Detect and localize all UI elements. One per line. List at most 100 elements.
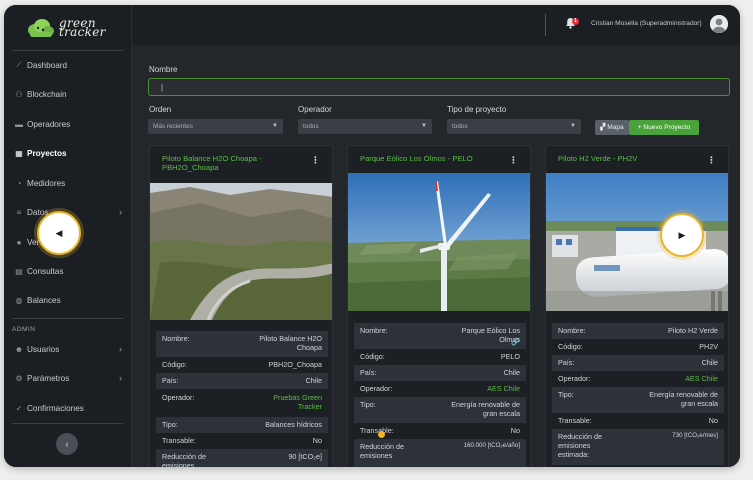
detail-row-tipo: Tipo: Energía renovable de gran escala	[354, 397, 526, 423]
sidebar-item-parametros[interactable]: ⚙ Parámetros ›	[12, 369, 124, 387]
detail-row-nombre: Nombre: Piloto Balance H2O Choapa	[156, 331, 328, 357]
card-details: Nombre: Piloto Balance H2O Choapa Código…	[156, 331, 328, 467]
user-avatar-icon	[710, 15, 728, 33]
detail-row-codigo: Código: PH2V	[558, 342, 718, 351]
logo-wordmark: green tracker	[59, 17, 106, 38]
detail-row-tipo: Tipo: Balances hídricos	[156, 417, 328, 433]
avatar[interactable]	[710, 15, 728, 33]
tree-logo-icon	[28, 19, 54, 37]
project-type-select-value: todos	[452, 123, 468, 130]
sidebar-item-label: Operadores	[27, 119, 71, 129]
user-name[interactable]: Cristian Mosella (Superadministrador)	[591, 20, 702, 27]
wind-turbine-image	[348, 173, 530, 311]
chevron-right-icon: ›	[119, 373, 122, 383]
sidebar-item-confirmaciones[interactable]: ✓ Confirmaciones	[12, 399, 124, 417]
order-select[interactable]: Más recientes ▼	[148, 119, 283, 134]
project-type-label: Tipo de proyecto	[447, 105, 507, 114]
detail-row-codigo: Código: PELO	[360, 352, 520, 361]
name-filter-label: Nombre	[149, 65, 178, 74]
sidebar-item-label: Medidores	[27, 178, 66, 188]
sidebar-item-label: Confirmaciones	[27, 403, 84, 413]
map-icon: ▞	[600, 124, 606, 131]
sidebar-item-label: Parámetros	[27, 373, 70, 383]
sidebar-item-label: Dashboard	[27, 60, 68, 70]
map-button[interactable]: ▞ Mapa	[595, 120, 629, 135]
chevron-left-icon: ‹	[65, 439, 69, 449]
gauge-icon: ◔	[16, 178, 22, 188]
detail-row-operador: Operador: AES Chile	[558, 374, 718, 383]
order-label: Orden	[149, 105, 172, 114]
logo[interactable]: green tracker	[26, 13, 116, 43]
triangle-right-icon: ▶	[678, 229, 686, 240]
triangle-left-icon: ◀	[55, 227, 63, 238]
topbar: 1 Cristian Mosella (Superadministrador)	[132, 5, 740, 45]
projects-icon: ▦	[15, 148, 23, 158]
sidebar-item-proyectos[interactable]: ▦ Proyectos	[12, 144, 124, 162]
caret-down-icon: ▼	[421, 123, 427, 129]
sidebar-item-medidores[interactable]: ◔ Medidores	[12, 174, 124, 192]
sliders-icon: ⚙	[15, 373, 23, 383]
touch-indicator	[378, 431, 385, 438]
detail-row-operador: Operador: Pruebas Green Tracker	[162, 393, 322, 411]
kebab-menu-icon[interactable]: ⋮	[311, 155, 320, 166]
topbar-divider	[545, 14, 546, 36]
sidebar-item-label: Balances	[27, 295, 61, 305]
sidebar-item-label: Proyectos	[27, 148, 67, 158]
app-window: green tracker ⟋ Dashboard ⚇ Blockchain ▬…	[4, 5, 740, 467]
detail-row-transable: Transable: No	[162, 436, 322, 445]
folder-icon: ▬	[15, 119, 23, 129]
operator-select[interactable]: todos ▼	[298, 119, 432, 134]
sidebar-item-dashboard[interactable]: ⟋ Dashboard	[12, 56, 124, 74]
order-select-value: Más recientes	[153, 123, 193, 130]
admin-section-label: ADMIN	[12, 326, 36, 333]
database-icon: ≡	[16, 207, 22, 217]
kebab-menu-icon[interactable]: ⋮	[509, 155, 518, 166]
caret-down-icon: ▼	[272, 123, 278, 129]
project-type-select[interactable]: todos ▼	[447, 119, 581, 134]
detail-row-tipo: Tipo: Energía renovable de gran escala	[552, 387, 724, 413]
sidebar-item-balances[interactable]: ◍ Balances	[12, 291, 124, 309]
users-icon: ☻	[14, 344, 24, 354]
sidebar-item-operadores[interactable]: ▬ Operadores	[12, 115, 124, 133]
river-valley-image	[150, 183, 332, 320]
card-title[interactable]: Piloto Balance H2O Choapa - PBH2O_Choapa	[162, 154, 312, 172]
sidebar-item-consultas[interactable]: ▤ Consultas	[12, 262, 124, 280]
eye-icon: ●	[16, 237, 22, 247]
caret-down-icon: ▼	[570, 123, 576, 129]
carousel-next-button[interactable]: ▶	[660, 213, 704, 257]
globe-icon: ◍	[15, 295, 23, 305]
card-details: Nombre: Parque Eólico Los Olmos 🔗 Código…	[354, 323, 526, 467]
detail-row-pais: País: Chile	[354, 365, 526, 381]
check-icon: ✓	[15, 403, 23, 413]
detail-row-operador: Operador: AES Chile	[360, 384, 520, 393]
notification-badge: 1	[572, 18, 579, 25]
detail-row-codigo: Código: PBH2O_Choapa	[162, 360, 322, 369]
card-title[interactable]: Parque Eólico Los Olmos - PELO	[360, 154, 510, 163]
detail-row-nombre: Nombre: Piloto H2 Verde	[552, 323, 724, 339]
sidebar-item-label: Blockchain	[27, 89, 67, 99]
sidebar-item-blockchain[interactable]: ⚇ Blockchain	[12, 85, 124, 103]
card-title[interactable]: Piloto H2 Verde - PH2V	[558, 154, 708, 163]
detail-row-reduccion: Reducción de emisiones 160.000 [tCO₂e/añ…	[354, 439, 526, 467]
project-card-pbh2o[interactable]: Piloto Balance H2O Choapa - PBH2O_Choapa…	[149, 145, 333, 467]
main-content: Nombre Orden Más recientes ▼ Operador to…	[132, 45, 740, 467]
sidebar-divider	[12, 50, 123, 51]
sidebar-item-label: Consultas	[27, 266, 64, 276]
name-search-input[interactable]	[148, 78, 730, 96]
link-icon[interactable]: 🔗	[511, 338, 520, 346]
table-icon: ▤	[15, 266, 23, 276]
sidebar-item-usuarios[interactable]: ☻ Usuarios ›	[12, 340, 124, 358]
project-card-pelo[interactable]: Parque Eólico Los Olmos - PELO ⋮ Nombre:…	[347, 145, 531, 467]
sidebar-divider	[12, 318, 123, 319]
detail-row-transable: Transable: No	[558, 416, 718, 425]
detail-row-nombre: Nombre: Parque Eólico Los Olmos 🔗	[354, 323, 526, 349]
carousel-prev-button[interactable]: ◀	[37, 211, 81, 255]
project-card-ph2v[interactable]: Piloto H2 Verde - PH2V ⋮ Nombre: Piloto …	[545, 145, 729, 467]
new-project-button[interactable]: + Nuevo Proyecto	[629, 120, 699, 135]
collapse-sidebar-button[interactable]: ‹	[56, 433, 78, 455]
chevron-right-icon: ›	[119, 207, 122, 217]
chart-line-icon: ⟋	[16, 60, 22, 69]
kebab-menu-icon[interactable]: ⋮	[707, 155, 716, 166]
operator-label: Operador	[298, 105, 332, 114]
blockchain-icon: ⚇	[15, 89, 23, 99]
